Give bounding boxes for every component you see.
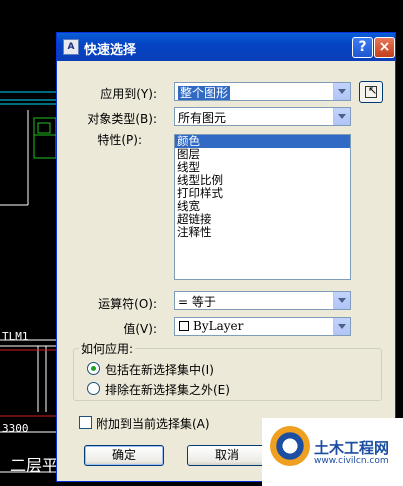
append-checkbox[interactable] [79,416,92,429]
close-button[interactable]: × [374,37,395,58]
list-item[interactable]: 颜色 [175,135,350,148]
object-type-value: 所有图元 [178,111,227,125]
properties-listbox[interactable]: 颜色 图层 线型 线型比例 打印样式 线宽 超链接 注释性 [174,134,351,280]
select-objects-icon [365,84,377,98]
cad-label: 3300 [2,422,29,435]
cancel-button[interactable]: 取消 [187,445,267,466]
list-item[interactable]: 图层 [175,148,350,161]
quick-select-dialog: A 快速选择 ? × 应用到(Y): 整个图形 对象类型(B): 所有图元 特性… [56,32,396,482]
cad-label: TLM1 [2,330,29,343]
chevron-down-icon[interactable] [333,318,350,335]
value-label: 值(V): [123,322,157,336]
append-checkbox-label[interactable]: 附加到当前选择集(A) [96,415,210,432]
list-item[interactable]: 注释性 [175,226,350,239]
list-item[interactable]: 打印样式 [175,187,350,200]
value-text: ByLayer [193,319,244,333]
cad-floor-title: 二层平 [10,456,59,475]
site-watermark: 土木工程网 www.civilcn.com [262,418,403,486]
watermark-brand: 土木工程网 [314,439,390,457]
operator-label: 运算符(O): [98,297,157,311]
include-radio-label[interactable]: 包括在新选择集中(I) [105,361,214,378]
properties-label: 特性(P): [97,133,142,147]
exclude-radio-label[interactable]: 排除在新选择集之外(E) [105,381,230,398]
apply-to-label: 应用到(Y): [100,87,157,101]
object-type-label: 对象类型(B): [87,112,157,126]
watermark-url: www.civilcn.com [314,456,389,466]
apply-to-dropdown[interactable]: 整个图形 [174,82,351,101]
help-button[interactable]: ? [352,37,373,58]
include-radio[interactable] [87,362,100,375]
dialog-title: 快速选择 [84,43,137,58]
exclude-radio[interactable] [87,382,100,395]
color-swatch-icon [179,319,189,333]
civilcn-logo-icon [270,426,310,466]
ok-button[interactable]: 确定 [84,445,164,466]
apply-to-value: 整个图形 [178,86,231,100]
chevron-down-icon[interactable] [333,108,350,125]
select-objects-button[interactable] [359,81,383,103]
chevron-down-icon[interactable] [333,83,350,100]
object-type-dropdown[interactable]: 所有图元 [174,107,351,126]
operator-dropdown[interactable]: = 等于 [174,291,351,310]
autocad-app-icon: A [63,39,79,55]
operator-value: = 等于 [178,295,216,309]
dialog-titlebar[interactable]: A 快速选择 ? × [57,33,395,61]
chevron-down-icon[interactable] [333,292,350,309]
value-dropdown[interactable]: ByLayer [174,317,351,336]
how-to-apply-label: 如何应用: [79,340,136,357]
